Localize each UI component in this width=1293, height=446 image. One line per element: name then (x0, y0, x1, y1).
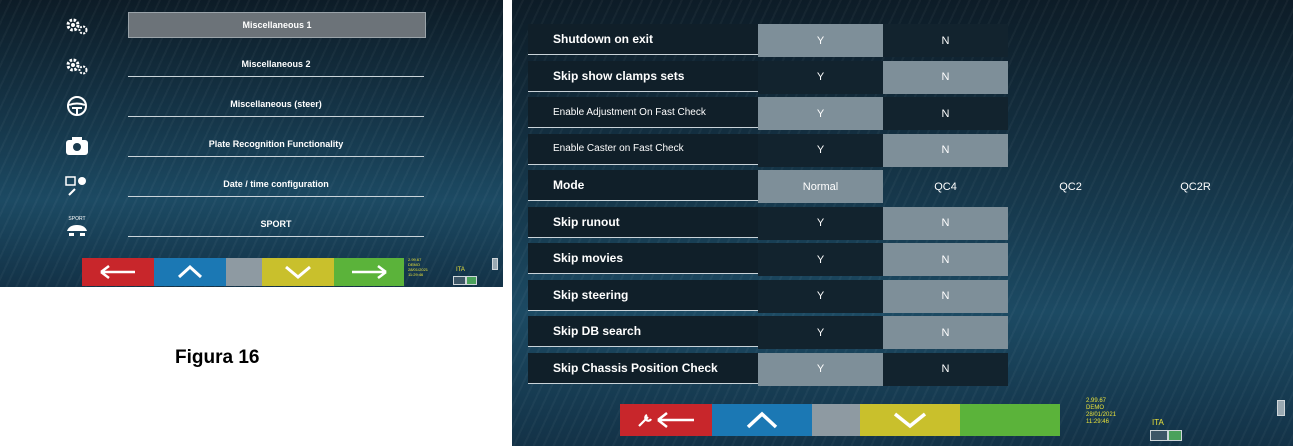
option-label: Enable Adjustment On Fast Check (528, 97, 758, 128)
back-button[interactable] (82, 258, 154, 286)
option-value[interactable]: N (883, 206, 1008, 240)
menu-item-label: SPORT (128, 212, 424, 237)
menu-item-label: Date / time configuration (128, 172, 424, 197)
arrow-left-icon (657, 412, 694, 428)
option-label: Skip steering (528, 279, 758, 311)
option-label: Skip movies (528, 243, 758, 274)
back-button[interactable] (620, 404, 712, 436)
arrow-left-icon (100, 265, 135, 279)
option-value[interactable]: N (883, 279, 1008, 313)
time-text: 11:29:46 (408, 272, 424, 277)
option-value[interactable]: Y (758, 243, 883, 276)
menu-item[interactable]: Miscellaneous 1 (0, 6, 503, 46)
sport-car-icon: SPORT (60, 212, 94, 240)
up-button[interactable] (712, 404, 812, 436)
option-value[interactable]: Y (758, 316, 883, 349)
figure-caption: Figura 16 (175, 347, 260, 368)
keyboard-icon[interactable] (1150, 430, 1168, 441)
menu-item[interactable]: SPORT SPORT (0, 206, 503, 246)
mode-text: DEMO (1086, 405, 1104, 411)
option-value[interactable]: Y (758, 97, 883, 130)
language-label: ITA (1152, 418, 1164, 427)
connection-icon[interactable] (1168, 430, 1182, 441)
option-label: Mode (528, 170, 758, 201)
option-label: Skip Chassis Position Check (528, 352, 758, 384)
next-button[interactable] (960, 404, 1060, 436)
chevron-up-icon (746, 411, 778, 429)
gears-icon (60, 12, 94, 40)
camera-icon (60, 132, 94, 160)
arrow-right-icon (352, 265, 387, 279)
next-button[interactable] (334, 258, 404, 286)
option-label: Skip runout (528, 206, 758, 238)
status-info: 2.99.67 DEMO 28/01/2021 11:29:46 (1086, 398, 1116, 426)
connection-icon[interactable] (466, 276, 477, 285)
status-info: 2.99.67 DEMO 28/01/2021 11:29:46 (408, 257, 428, 277)
chevron-down-icon (285, 265, 311, 279)
menu-item-label: Miscellaneous 1 (128, 12, 426, 38)
menu-item[interactable]: Date / time configuration (0, 166, 503, 206)
down-button[interactable] (860, 404, 960, 436)
option-value[interactable]: Y (758, 206, 883, 240)
option-value[interactable]: Normal (758, 170, 883, 203)
calendar-clock-icon (60, 172, 94, 200)
option-label: Enable Caster on Fast Check (528, 133, 758, 165)
option-value[interactable]: N (883, 97, 1008, 130)
option-value[interactable]: N (883, 243, 1008, 276)
wrench-icon (638, 414, 652, 427)
left-screen: Miscellaneous 1 Miscellaneous 2 Miscellane… (0, 0, 503, 287)
menu-item[interactable]: Miscellaneous (steer) (0, 86, 503, 126)
option-value[interactable]: N (883, 133, 1008, 167)
time-text: 11:29:46 (1086, 419, 1109, 425)
option-value[interactable]: QC2 (1008, 170, 1133, 203)
chevron-up-icon (177, 265, 203, 279)
menu-item-label: Miscellaneous (steer) (128, 92, 424, 117)
option-value[interactable]: Y (758, 279, 883, 313)
right-screen: Shutdown on exit Y N Skip show clamps sets Y… (512, 0, 1293, 446)
option-label: Skip show clamps sets (528, 60, 758, 92)
option-value[interactable]: QC4 (883, 170, 1008, 203)
down-button[interactable] (262, 258, 334, 286)
option-label: Shutdown on exit (528, 24, 758, 55)
up-button[interactable] (154, 258, 226, 286)
steering-wheel-icon (60, 92, 94, 120)
menu-item[interactable]: Miscellaneous 2 (0, 46, 503, 86)
battery-icon (492, 258, 498, 270)
menu-item[interactable]: Plate Recognition Functionality (0, 126, 503, 166)
battery-icon (1277, 400, 1285, 416)
keyboard-icon[interactable] (453, 276, 466, 285)
option-value[interactable]: Y (758, 133, 883, 167)
option-value[interactable]: Y (758, 60, 883, 94)
middle-button[interactable] (226, 258, 262, 286)
middle-button[interactable] (812, 404, 860, 436)
language-label: ITA (456, 267, 465, 273)
date-text: 28/01/2021 (1086, 412, 1117, 418)
option-label: Skip DB search (528, 316, 758, 347)
option-value[interactable]: N (883, 352, 1008, 386)
right-navbar (620, 404, 1060, 436)
version-text: 2.99.67 (1086, 398, 1107, 404)
option-value[interactable]: Y (758, 24, 883, 57)
option-value[interactable]: QC2R (1133, 170, 1258, 203)
left-navbar (82, 258, 404, 286)
option-value[interactable]: Y (758, 352, 883, 386)
chevron-down-icon (893, 412, 927, 429)
option-value[interactable]: N (883, 60, 1008, 94)
gears-icon (60, 52, 94, 80)
menu-item-label: Plate Recognition Functionality (128, 132, 424, 157)
menu-item-label: Miscellaneous 2 (128, 52, 424, 77)
option-value[interactable]: N (883, 24, 1008, 57)
option-value[interactable]: N (883, 316, 1008, 349)
